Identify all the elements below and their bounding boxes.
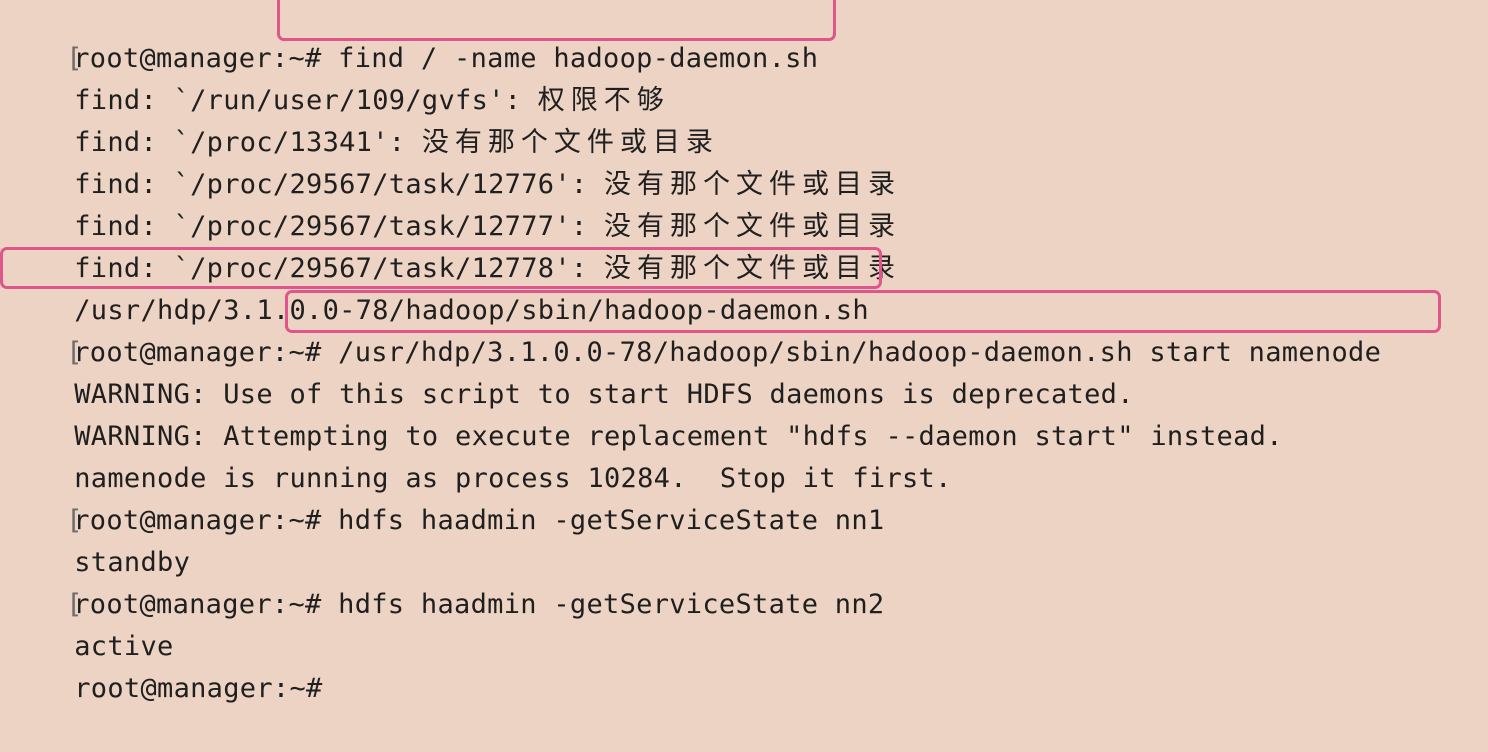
terminal-window[interactable]: [root@manager:~# find / -name hadoop-dae… bbox=[0, 0, 1488, 704]
terminal-line-output: standby bbox=[8, 500, 190, 578]
terminal-line-current-prompt[interactable]: root@manager:~# bbox=[8, 626, 323, 704]
terminal-line-output: find: `/proc/13341': 没有那个文件或目录 bbox=[8, 80, 719, 158]
terminal-line-command: [root@manager:~# hdfs haadmin -getServic… bbox=[0, 542, 884, 620]
highlight-box-start-command bbox=[285, 290, 1441, 333]
terminal-line-output: WARNING: Attempting to execute replaceme… bbox=[8, 374, 1283, 452]
command-text: hdfs haadmin -getServiceState nn2 bbox=[338, 589, 885, 620]
terminal-line-output: namenode is running as process 10284. St… bbox=[8, 416, 952, 494]
terminal-line-command: [root@manager:~# hdfs haadmin -getServic… bbox=[0, 458, 884, 536]
shell-prompt: root@manager:~# bbox=[74, 673, 323, 704]
terminal-line-output: find: `/proc/29567/task/12778': 没有那个文件或目… bbox=[8, 206, 901, 284]
command-text: hdfs haadmin -getServiceState nn1 bbox=[338, 505, 885, 536]
terminal-line-output: WARNING: Use of this script to start HDF… bbox=[8, 332, 1134, 410]
highlight-box-find-command bbox=[277, 0, 836, 41]
terminal-line-output: find: `/proc/29567/task/12776': 没有那个文件或目… bbox=[8, 122, 901, 200]
terminal-line-output: active bbox=[8, 584, 174, 662]
highlight-box-found-path bbox=[0, 247, 882, 289]
terminal-line-output: find: `/run/user/109/gvfs': 权限不够 bbox=[8, 38, 670, 116]
terminal-line-output: find: `/proc/29567/task/12777': 没有那个文件或目… bbox=[8, 164, 901, 242]
